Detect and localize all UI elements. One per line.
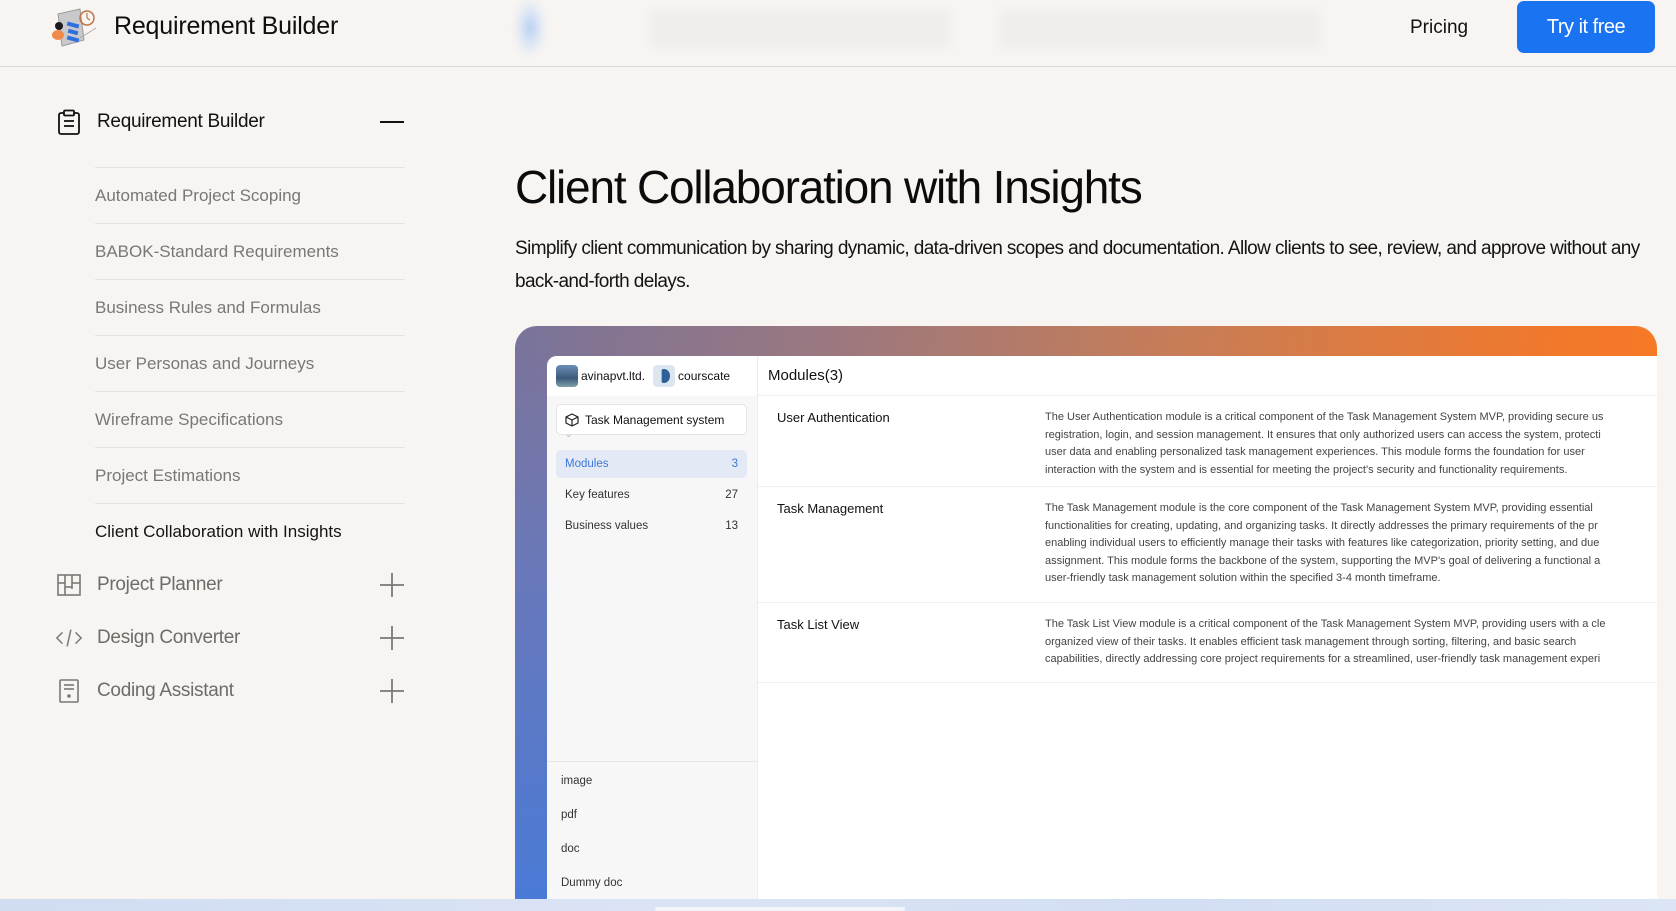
sidebar-nav: Requirement Builder Automated Project Sc… bbox=[0, 67, 420, 897]
bottom-gradient-strip bbox=[0, 899, 1676, 911]
gradient-frame bbox=[515, 326, 550, 901]
app-screenshot: avinapvt.ltd. courscate Task Management … bbox=[547, 356, 1657, 901]
modules-panel: Modules(3) User Authentication The User … bbox=[758, 356, 1657, 901]
nav-count: 13 bbox=[725, 520, 738, 532]
description-line: functionalities for creating, updating, … bbox=[1045, 519, 1598, 532]
brand-name[interactable]: Requirement Builder bbox=[114, 12, 338, 41]
sidebar-group-label: Design Converter bbox=[97, 627, 241, 648]
sidebar-group-coding-assistant[interactable]: Coding Assistant bbox=[55, 671, 405, 711]
app-nav-modules[interactable]: Modules 3 bbox=[556, 450, 747, 478]
module-name: User Authentication bbox=[777, 410, 890, 425]
app-nav-key-features[interactable]: Key features 27 bbox=[556, 481, 747, 509]
plus-icon[interactable] bbox=[379, 625, 405, 651]
app-sidebar: avinapvt.ltd. courscate Task Management … bbox=[547, 356, 758, 901]
description-line: user-friendly task management solution w… bbox=[1045, 572, 1441, 584]
module-name: Task List View bbox=[777, 617, 860, 632]
product-preview-card: avinapvt.ltd. courscate Task Management … bbox=[515, 326, 1657, 901]
sidebar-item-project-estimations[interactable]: Project Estimations bbox=[95, 447, 405, 503]
description-line: registration, login, and session managem… bbox=[1045, 428, 1601, 441]
org-avatar-icon bbox=[653, 365, 676, 387]
blurred-background-shape bbox=[515, 0, 545, 55]
clipboard-icon bbox=[55, 108, 83, 136]
file-item[interactable]: doc bbox=[547, 832, 758, 866]
sidebar-group-design-converter[interactable]: Design Converter bbox=[55, 618, 405, 658]
description-line: interaction with the system and is essen… bbox=[1045, 463, 1568, 476]
org-courscate[interactable]: courscate bbox=[653, 365, 730, 387]
file-item[interactable]: Dummy doc bbox=[547, 866, 758, 900]
page-description: Simplify client communication by sharing… bbox=[515, 238, 1640, 292]
module-row[interactable]: Task List View The Task List View module… bbox=[758, 603, 1657, 683]
sidebar-item-user-personas-and-journeys[interactable]: User Personas and Journeys bbox=[95, 335, 405, 391]
org-switcher: avinapvt.ltd. courscate bbox=[547, 356, 757, 396]
sidebar-item-wireframe-specifications[interactable]: Wireframe Specifications bbox=[95, 391, 405, 447]
page-title: Client Collaboration with Insights bbox=[515, 161, 1143, 213]
chevron-down-icon: ⌄ bbox=[565, 429, 573, 439]
module-description: The User Authentication module is a crit… bbox=[1045, 409, 1657, 479]
nav-label: Key features bbox=[565, 489, 630, 501]
description-line: assignment. This module forms the backbo… bbox=[1045, 554, 1601, 567]
decorative-bar bbox=[655, 907, 905, 911]
app-nav-list: Modules 3 Key features 27 Business value… bbox=[556, 450, 747, 543]
sidebar-item-business-rules-and-formulas[interactable]: Business Rules and Formulas bbox=[95, 279, 405, 335]
site-header: Requirement Builder Pricing Try it free bbox=[0, 0, 1676, 67]
module-description: The Task Management module is the core c… bbox=[1045, 500, 1657, 588]
nav-count: 27 bbox=[725, 489, 738, 501]
sidebar-group-requirement-builder[interactable]: Requirement Builder bbox=[55, 102, 405, 142]
file-list: image pdf doc Dummy doc bbox=[547, 761, 758, 900]
description-line: enabling individual users to efficiently… bbox=[1045, 537, 1600, 549]
description-line: organized view of their tasks. It enable… bbox=[1045, 635, 1577, 648]
try-it-free-button[interactable]: Try it free bbox=[1517, 1, 1655, 53]
sidebar-item-babok-standard-requirements[interactable]: BABOK-Standard Requirements bbox=[95, 223, 405, 279]
file-item[interactable]: pdf bbox=[547, 798, 758, 832]
document-icon bbox=[55, 677, 83, 705]
plus-icon[interactable] bbox=[379, 572, 405, 598]
description-line: The User Authentication module is a crit… bbox=[1045, 411, 1604, 423]
sidebar-group-label: Coding Assistant bbox=[97, 680, 234, 701]
nav-count: 3 bbox=[731, 458, 738, 470]
cube-icon bbox=[565, 412, 579, 427]
module-name: Task Management bbox=[777, 501, 884, 516]
sidebar-group-label: Requirement Builder bbox=[97, 111, 265, 132]
description-line: The Task Management module is the core c… bbox=[1045, 502, 1593, 514]
description-line: The Task List View module is a critical … bbox=[1045, 618, 1606, 630]
sidebar-group-label: Project Planner bbox=[97, 574, 223, 595]
description-line: user data and enabling personalized task… bbox=[1045, 446, 1585, 458]
module-row[interactable]: Task Management The Task Management modu… bbox=[758, 487, 1657, 603]
blurred-background-shape bbox=[1000, 10, 1320, 48]
sidebar-item-automated-project-scoping[interactable]: Automated Project Scoping bbox=[95, 167, 405, 223]
blurred-background-shape bbox=[650, 10, 950, 48]
module-description: The Task List View module is a critical … bbox=[1045, 616, 1657, 669]
board-icon bbox=[55, 571, 83, 599]
plus-icon[interactable] bbox=[379, 678, 405, 704]
minus-icon[interactable] bbox=[379, 109, 405, 135]
module-row[interactable]: User Authentication The User Authenticat… bbox=[758, 396, 1657, 487]
modules-header: Modules(3) bbox=[758, 356, 1657, 396]
code-icon bbox=[55, 624, 83, 652]
description-line: capabilities, directly addressing core p… bbox=[1045, 653, 1601, 665]
sidebar-item-client-collaboration-with-insights[interactable]: Client Collaboration with Insights bbox=[95, 503, 405, 559]
nav-link-pricing[interactable]: Pricing bbox=[1410, 17, 1468, 39]
brand-logo-icon[interactable] bbox=[50, 6, 100, 52]
requirement-builder-sublist: Automated Project Scoping BABOK-Standard… bbox=[95, 167, 405, 559]
app-nav-business-values[interactable]: Business values 13 bbox=[556, 512, 747, 540]
org-name: avinapvt.ltd. bbox=[581, 369, 646, 383]
sidebar-group-project-planner[interactable]: Project Planner bbox=[55, 565, 405, 605]
project-name: Task Management system bbox=[585, 412, 725, 427]
nav-label: Business values bbox=[565, 520, 649, 532]
org-name: courscate bbox=[678, 369, 731, 383]
org-avatar-icon bbox=[556, 365, 578, 387]
org-avinapvt[interactable]: avinapvt.ltd. bbox=[556, 365, 645, 387]
file-item[interactable]: image bbox=[547, 764, 758, 798]
project-selector[interactable]: Task Management system ⌄ bbox=[556, 404, 747, 439]
nav-label: Modules bbox=[565, 458, 609, 470]
